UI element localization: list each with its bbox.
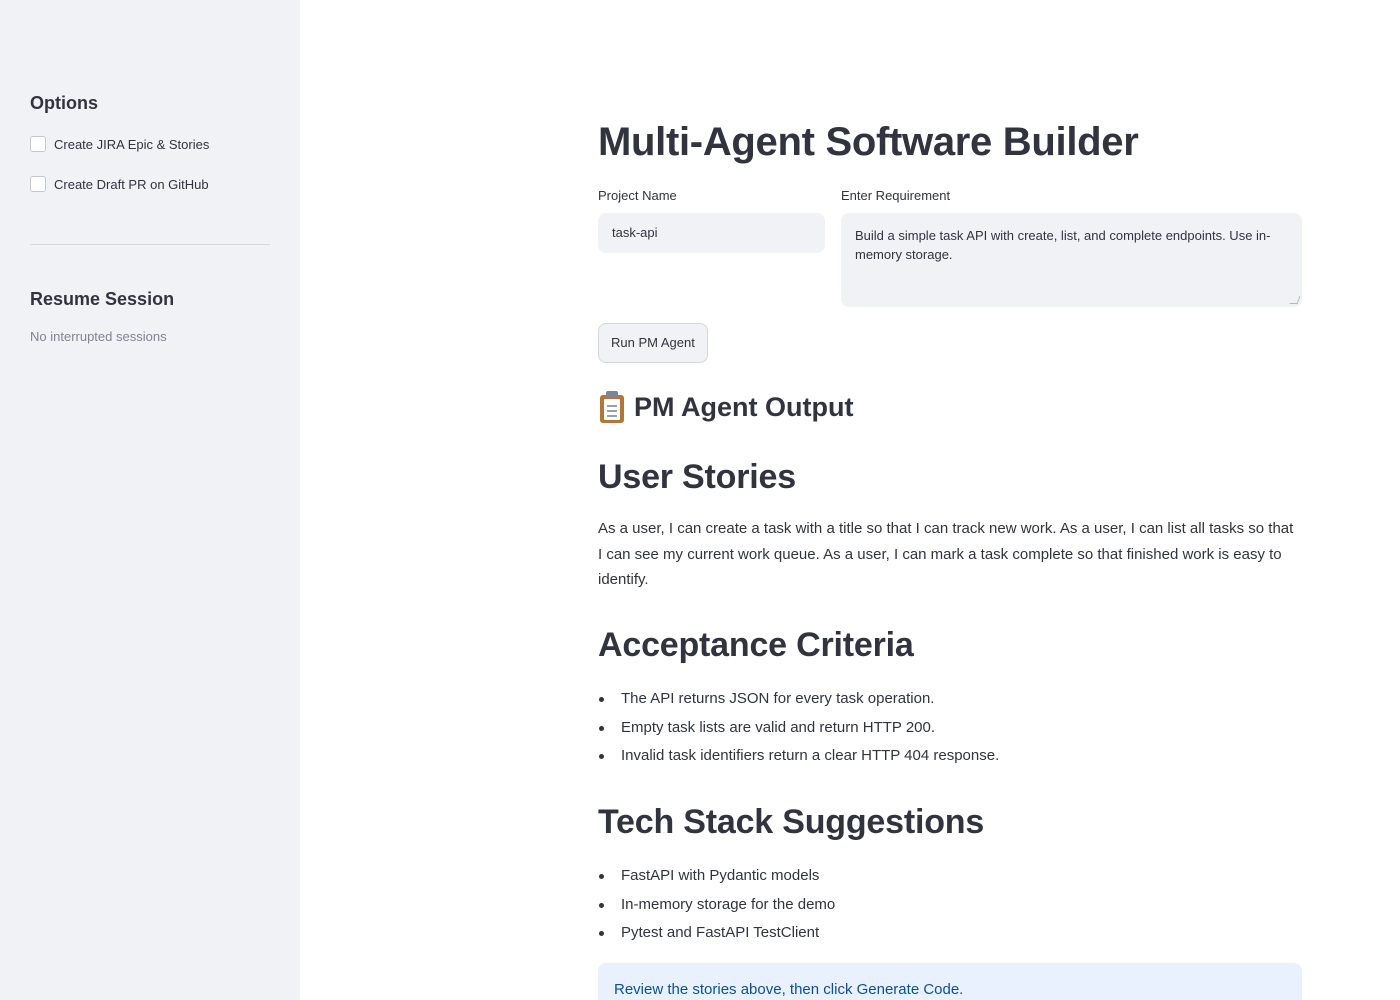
info-message: Review the stories above, then click Gen… — [598, 963, 1302, 1000]
pm-agent-output-heading: PM Agent Output — [598, 390, 853, 424]
jira-epic-checkbox[interactable]: Create JIRA Epic & Stories — [30, 136, 209, 152]
user-stories-heading: User Stories — [598, 458, 796, 496]
draft-pr-checkbox[interactable]: Create Draft PR on GitHub — [30, 176, 209, 192]
resize-handle[interactable] — [1289, 296, 1301, 304]
page-title: Multi-Agent Software Builder — [598, 120, 1139, 164]
output-heading-text: PM Agent Output — [634, 391, 854, 422]
acceptance-criteria-list: The API returns JSON for every task oper… — [598, 685, 999, 771]
list-item: FastAPI with Pydantic models — [598, 862, 835, 891]
tech-stack-list: FastAPI with Pydantic models In-memory s… — [598, 862, 835, 948]
user-stories-text: As a user, I can create a task with a ti… — [598, 520, 1294, 588]
checkbox-label: Create Draft PR on GitHub — [54, 176, 209, 192]
project-name-input[interactable]: task-api — [598, 213, 825, 253]
requirement-text: Build a simple task API with create, lis… — [855, 228, 1271, 262]
clipboard-icon — [598, 390, 626, 424]
resume-session-heading: Resume Session — [30, 289, 175, 309]
requirement-label: Enter Requirement — [841, 188, 951, 203]
list-item: Invalid task identifiers return a clear … — [598, 742, 999, 771]
list-item: The API returns JSON for every task oper… — [598, 685, 999, 714]
resume-session-status: No interrupted sessions — [30, 329, 167, 344]
list-item: In-memory storage for the demo — [598, 891, 835, 920]
sidebar: Options Create JIRA Epic & Stories Creat… — [0, 0, 300, 1000]
list-item: Pytest and FastAPI TestClient — [598, 919, 835, 948]
project-name-label: Project Name — [598, 188, 677, 203]
checkbox-box[interactable] — [30, 136, 46, 152]
checkbox-box[interactable] — [30, 176, 46, 192]
checkbox-label: Create JIRA Epic & Stories — [54, 136, 210, 152]
options-heading: Options — [30, 93, 98, 113]
acceptance-criteria-heading: Acceptance Criteria — [598, 626, 914, 664]
tech-stack-heading: Tech Stack Suggestions — [598, 803, 985, 841]
requirement-textarea[interactable]: Build a simple task API with create, lis… — [841, 213, 1302, 307]
sidebar-divider — [30, 244, 270, 245]
list-item: Empty task lists are valid and return HT… — [598, 714, 999, 743]
run-pm-agent-button[interactable]: Run PM Agent — [598, 323, 708, 363]
